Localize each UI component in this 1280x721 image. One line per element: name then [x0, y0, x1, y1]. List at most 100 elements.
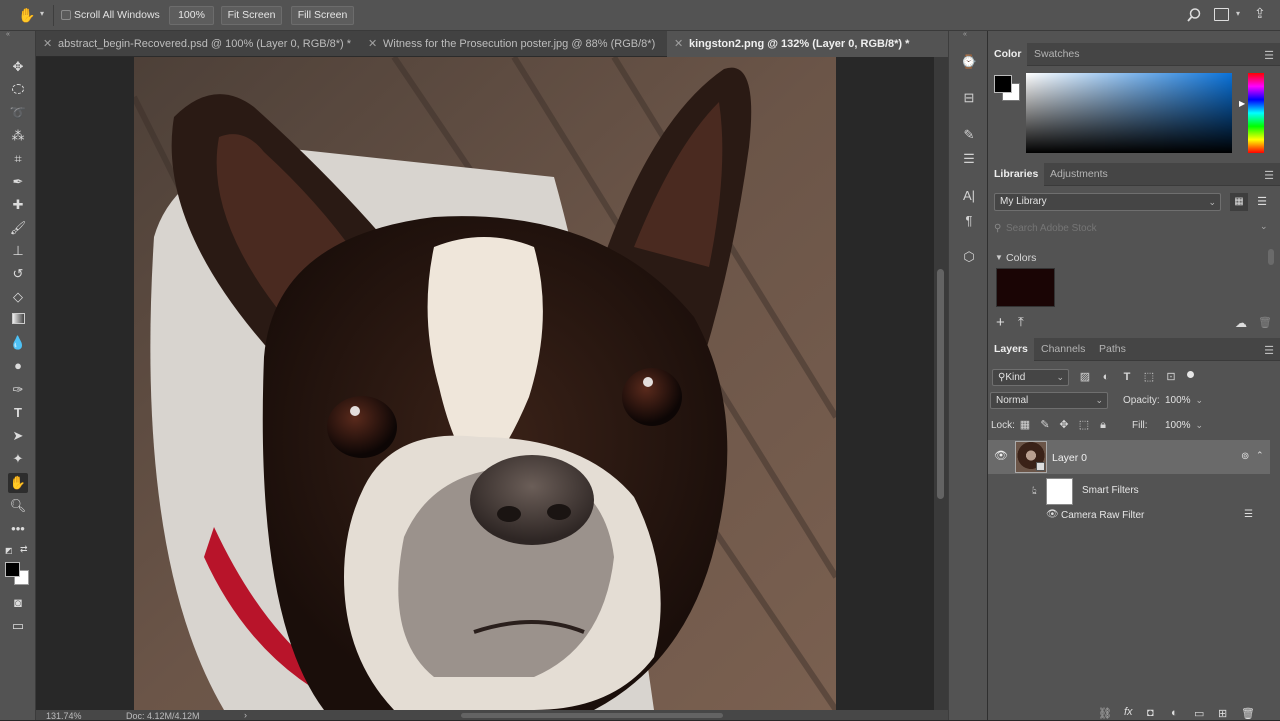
zoom-tool-icon[interactable]: 🔍︎	[8, 496, 28, 516]
fit-screen-button[interactable]: Fit Screen	[221, 6, 282, 25]
new-layer-icon[interactable]: ⊞	[1218, 707, 1227, 720]
tab-libraries[interactable]: Libraries	[988, 163, 1045, 186]
smart-filter-mask-thumbnail[interactable]	[1046, 478, 1073, 505]
lock-transparency-icon[interactable]: ▦	[1017, 417, 1033, 433]
layer-kind-filter[interactable]: ⚲Kind ⌄	[992, 369, 1069, 386]
type-layer-filter-icon[interactable]: T	[1119, 369, 1135, 385]
layer-row-layer-0[interactable]: 👁︎ Layer 0 ⊚ ⌃	[988, 440, 1270, 474]
clone-stamp-tool-icon[interactable]: ⊥	[8, 241, 28, 261]
filter-toggle-icon[interactable]	[1187, 371, 1194, 378]
list-view-icon[interactable]: ☰	[1253, 193, 1271, 211]
fill-screen-button[interactable]: Fill Screen	[291, 6, 354, 25]
panel-menu-icon[interactable]: ☰	[1264, 169, 1274, 182]
tab-paths[interactable]: Paths	[1093, 338, 1132, 361]
move-tool-icon[interactable]: ✥	[8, 57, 28, 77]
chevron-down-icon[interactable]: ▾	[40, 9, 44, 18]
smart-object-filter-icon[interactable]: ⊡	[1163, 369, 1179, 385]
eraser-tool-icon[interactable]: ◇	[8, 287, 28, 307]
hue-slider-marker[interactable]: ▶	[1239, 99, 1245, 108]
panel-menu-icon[interactable]: ☰	[1264, 49, 1274, 62]
grid-view-icon[interactable]: ▦	[1230, 193, 1248, 211]
scroll-all-windows-checkbox[interactable]	[61, 10, 71, 20]
collapse-arrow-icon[interactable]: ⌃	[1256, 450, 1264, 461]
tab-abstract-begin[interactable]: ✕ abstract_begin-Recovered.psd @ 100% (L…	[36, 31, 361, 57]
workspace-icon[interactable]	[1214, 8, 1229, 21]
canvas-area[interactable]	[36, 57, 934, 710]
panel-menu-icon[interactable]: ☰	[1264, 344, 1274, 357]
smart-filters-row[interactable]: 👆︎ Smart Filters	[988, 474, 1270, 508]
new-group-icon[interactable]: ▭	[1194, 707, 1204, 720]
document-image[interactable]	[134, 57, 836, 710]
close-icon[interactable]: ✕	[43, 31, 52, 57]
chevron-right-icon[interactable]: ›	[244, 710, 247, 720]
share-icon[interactable]: ⇪	[1254, 5, 1266, 22]
trash-icon[interactable]: 🗑︎	[1258, 316, 1272, 329]
stock-search-input[interactable]	[1006, 221, 1246, 235]
history-brush-tool-icon[interactable]: ↺	[8, 264, 28, 284]
delete-layer-icon[interactable]: 🗑︎	[1241, 707, 1255, 720]
dodge-tool-icon[interactable]: ●	[8, 356, 28, 376]
marquee-tool-icon[interactable]	[8, 80, 28, 100]
brushes-panel-icon[interactable]: ✎	[959, 125, 979, 145]
pixel-layer-filter-icon[interactable]: ▨	[1077, 369, 1093, 385]
libraries-scrollbar-thumb[interactable]	[1268, 249, 1274, 265]
smart-filter-indicator-icon[interactable]: ⊚	[1241, 451, 1249, 462]
lock-all-icon[interactable]: 🔒︎	[1095, 417, 1111, 433]
adjust-sliders-icon[interactable]: ☰	[959, 149, 979, 169]
custom-shape-tool-icon[interactable]: ✦	[8, 449, 28, 469]
paragraph-panel-icon[interactable]: ¶	[959, 211, 979, 231]
lock-position-icon[interactable]: ✥	[1056, 417, 1072, 433]
artboard-lock-icon[interactable]: ⬚	[1076, 417, 1092, 433]
colors-disclosure-icon[interactable]: ▼	[995, 253, 1003, 262]
library-color-swatch[interactable]	[996, 268, 1055, 307]
foreground-color-chip[interactable]	[994, 75, 1012, 93]
collapse-arrows-icon[interactable]: «	[963, 31, 967, 38]
layer-name[interactable]: Layer 0	[1052, 452, 1087, 464]
blending-options-icon[interactable]: ☰	[1244, 509, 1253, 520]
tab-adjustments[interactable]: Adjustments	[1044, 163, 1114, 186]
close-icon[interactable]: ✕	[674, 31, 683, 57]
filter-row-camera-raw[interactable]: 👁︎ Camera Raw Filter ☰	[988, 508, 1270, 524]
foreground-color-swatch[interactable]	[5, 562, 20, 577]
tab-witness-poster[interactable]: ✕ Witness for the Prosecution poster.jpg…	[361, 31, 667, 57]
horizontal-scrollbar-thumb[interactable]	[461, 713, 723, 718]
opacity-field[interactable]: 100% ⌄	[1162, 392, 1208, 409]
character-panel-icon[interactable]: A|	[959, 186, 979, 206]
hand-tool-preset-icon[interactable]: ✋	[18, 7, 35, 24]
filter-name[interactable]: Camera Raw Filter	[1061, 510, 1144, 521]
upload-icon[interactable]: ⤒	[1018, 314, 1024, 330]
filter-visibility-eye-icon[interactable]: 👁︎	[1046, 509, 1059, 520]
lasso-tool-icon[interactable]: ➰	[8, 103, 28, 123]
crop-tool-icon[interactable]: ⌗	[8, 149, 28, 169]
visibility-eye-icon[interactable]: 👁︎	[994, 449, 1008, 462]
tab-color[interactable]: Color	[988, 43, 1028, 66]
zoom-100-button[interactable]: 100%	[169, 6, 214, 25]
3d-panel-icon[interactable]: ⬡	[959, 247, 979, 267]
collapse-arrows-icon[interactable]: «	[6, 31, 10, 38]
hand-tool-icon[interactable]: ✋	[8, 473, 28, 493]
hue-slider[interactable]	[1248, 73, 1264, 153]
add-icon[interactable]: +	[996, 314, 1005, 331]
healing-brush-tool-icon[interactable]: ✚	[8, 195, 28, 215]
blur-tool-icon[interactable]: 💧	[8, 333, 28, 353]
quick-mask-icon[interactable]: ◙	[8, 593, 28, 613]
close-icon[interactable]: ✕	[368, 31, 377, 57]
fill-field[interactable]: 100% ⌄	[1162, 417, 1208, 434]
tab-channels[interactable]: Channels	[1035, 338, 1091, 361]
adjustment-layer-filter-icon[interactable]: ◐	[1098, 369, 1114, 385]
chevron-down-icon[interactable]: ▾	[1236, 9, 1240, 18]
lock-image-icon[interactable]: ✎	[1037, 417, 1053, 433]
scrollbar-thumb[interactable]	[937, 269, 944, 499]
path-selection-tool-icon[interactable]: ➤	[8, 426, 28, 446]
adjustment-layer-icon[interactable]: ◐	[1171, 707, 1178, 719]
smart-filters-visibility-icon[interactable]: 👆︎	[1032, 485, 1037, 498]
cloud-sync-icon[interactable]: ☁	[1235, 316, 1247, 330]
swap-colors-icon[interactable]: ⇄	[20, 544, 28, 555]
quick-selection-tool-icon[interactable]: ⁂	[8, 126, 28, 146]
brush-tool-icon[interactable]: 🖌	[8, 218, 28, 238]
type-tool-icon[interactable]: T	[8, 403, 28, 423]
history-panel-icon[interactable]: ⌚	[959, 52, 979, 72]
tab-swatches[interactable]: Swatches	[1028, 43, 1086, 66]
tab-kingston2[interactable]: ✕ kingston2.png @ 132% (Layer 0, RGB/8*)…	[667, 31, 948, 57]
tab-layers[interactable]: Layers	[988, 338, 1034, 361]
